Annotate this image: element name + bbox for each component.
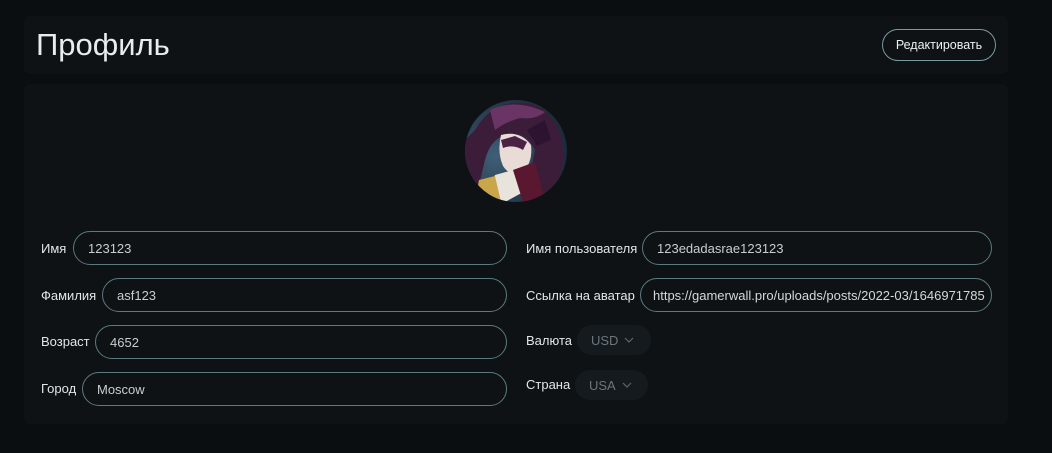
city-input[interactable]: Moscow xyxy=(82,372,507,406)
age-label: Возраст xyxy=(41,334,90,349)
profile-card: Имя 123123 Фамилия asf123 Возраст 4652 Г… xyxy=(24,84,1008,424)
country-label: Страна xyxy=(526,377,571,392)
avatar-image xyxy=(465,100,567,202)
chevron-down-icon xyxy=(622,382,632,388)
profile-header: Профиль Редактировать xyxy=(24,16,1008,74)
chevron-down-icon xyxy=(624,337,634,343)
avatar xyxy=(465,100,567,202)
avatar-url-label: Ссылка на аватар xyxy=(526,288,635,303)
first-name-input[interactable]: 123123 xyxy=(73,231,507,265)
last-name-input[interactable]: asf123 xyxy=(102,278,507,312)
page-title: Профиль xyxy=(36,27,170,62)
city-label: Город xyxy=(41,381,77,396)
age-input[interactable]: 4652 xyxy=(95,325,507,359)
country-select[interactable]: USA xyxy=(575,370,648,400)
first-name-label: Имя xyxy=(41,241,67,256)
username-input[interactable]: 123edadasrae123123 xyxy=(642,231,992,265)
currency-label: Валюта xyxy=(526,333,572,348)
username-label: Имя пользователя xyxy=(526,241,638,256)
avatar-url-input[interactable]: https://gamerwall.pro/uploads/posts/2022… xyxy=(640,278,992,312)
last-name-label: Фамилия xyxy=(41,288,97,303)
country-value: USA xyxy=(589,377,616,393)
currency-value: USD xyxy=(591,332,619,348)
currency-select[interactable]: USD xyxy=(577,325,651,355)
edit-profile-button[interactable]: Редактировать xyxy=(882,29,996,61)
